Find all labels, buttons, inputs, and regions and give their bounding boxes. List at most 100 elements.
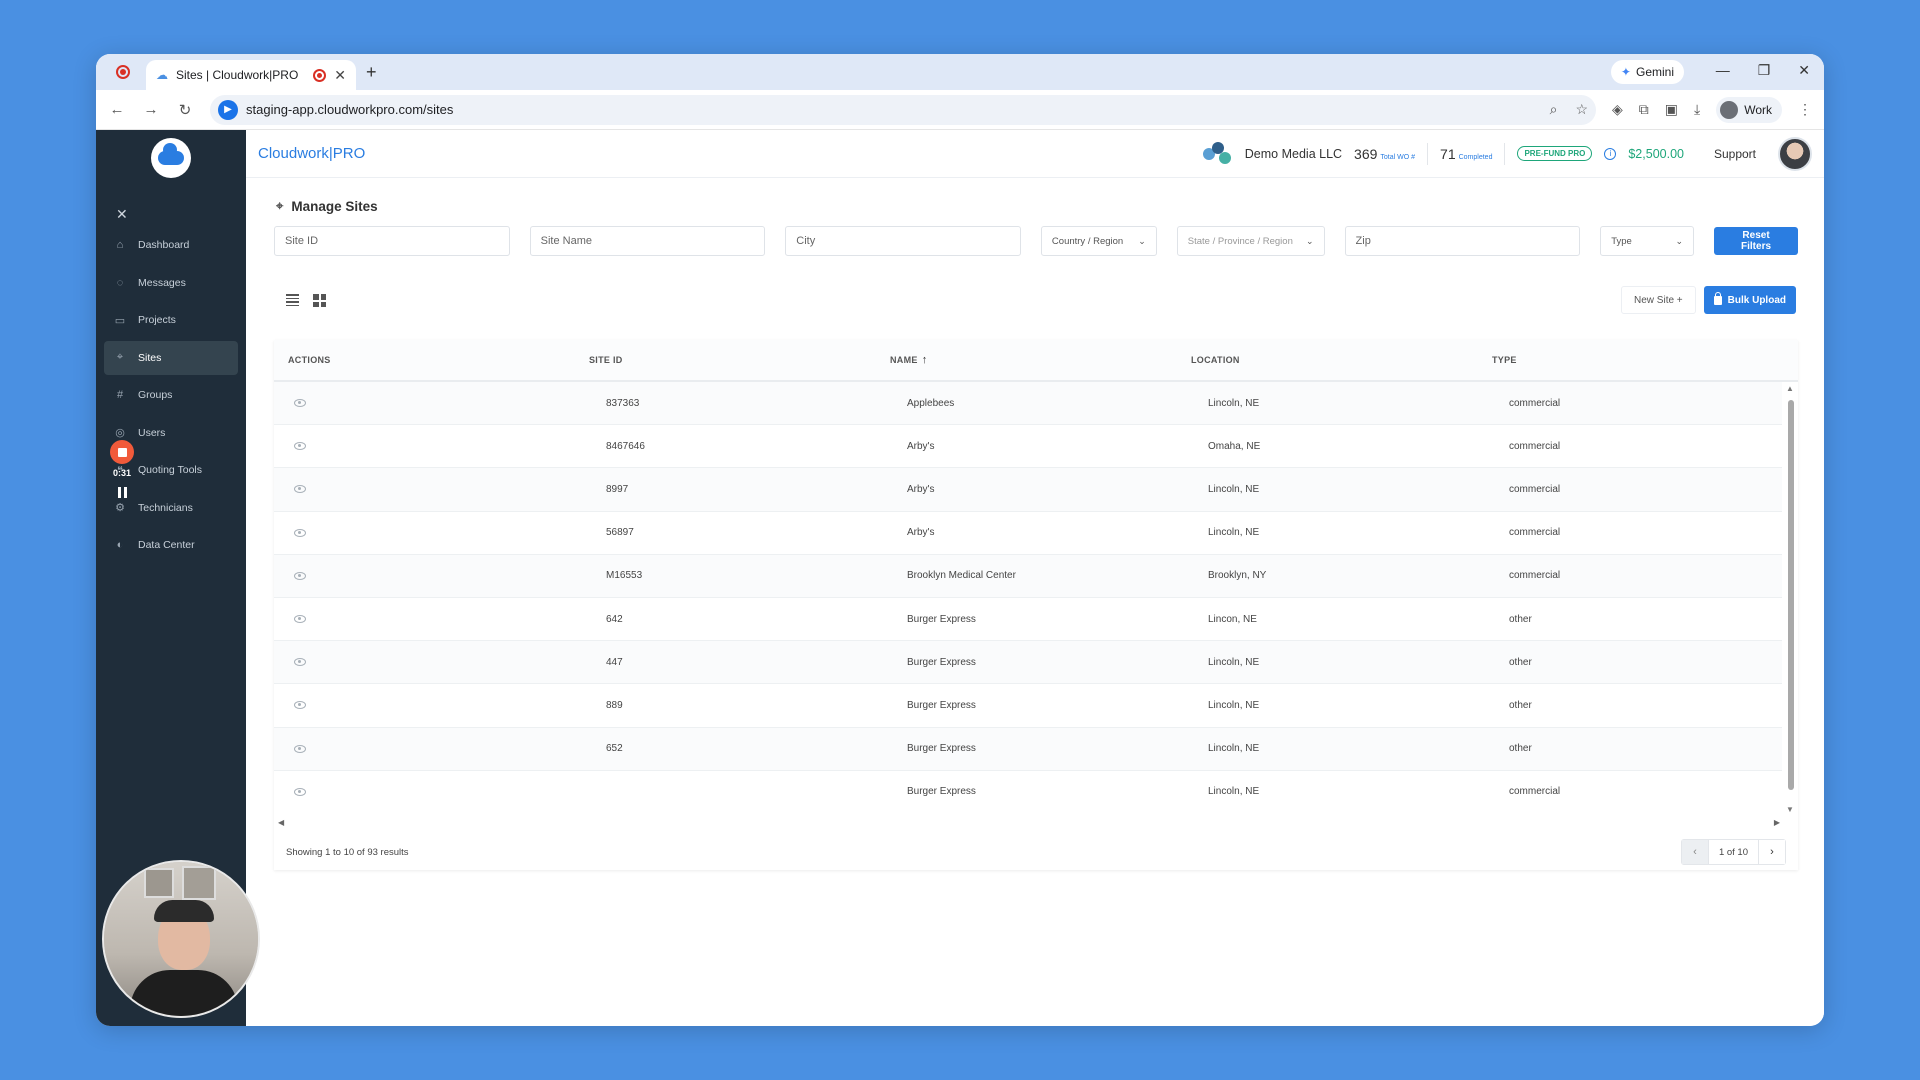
table-row[interactable]: 8997 Arby's Lincoln, NE commercial — [274, 468, 1782, 512]
cell-type: commercial — [1509, 786, 1561, 798]
view-action[interactable] — [288, 701, 312, 710]
minimize-icon[interactable]: — — [1716, 62, 1730, 79]
tab-search-icon[interactable]: ▣ — [1665, 101, 1678, 118]
new-tab-button[interactable]: + — [366, 62, 377, 83]
restore-icon[interactable]: ❐ — [1758, 62, 1771, 79]
table-row[interactable]: 8467646 Arby's Omaha, NE commercial — [274, 425, 1782, 469]
completed-count: 71 — [1440, 145, 1456, 162]
brand-name[interactable]: Cloudwork|PRO — [258, 145, 365, 162]
sidebar-item-dashboard[interactable]: ⌂ Dashboard — [104, 228, 238, 262]
state-select[interactable]: State / Province / Region ⌄ — [1176, 226, 1325, 256]
omnibox[interactable]: ▶ staging-app.cloudworkpro.com/sites ⌕ ☆ — [210, 94, 1596, 125]
table-row[interactable]: 652 Burger Express Lincoln, NE other — [274, 727, 1782, 771]
eye-icon[interactable] — [294, 744, 306, 753]
table-row[interactable]: 642 Burger Express Lincon, NE other — [274, 598, 1782, 642]
list-view-icon[interactable] — [286, 294, 299, 306]
forward-icon[interactable]: → — [142, 101, 160, 118]
bookmark-star-icon[interactable]: ☆ — [1575, 101, 1588, 118]
sidebar-item-groups[interactable]: # Groups — [104, 378, 238, 412]
eye-icon[interactable] — [294, 787, 306, 796]
eye-icon[interactable] — [294, 701, 306, 710]
sort-up-icon[interactable]: ↑ — [922, 354, 928, 366]
url-text[interactable]: staging-app.cloudworkpro.com/sites — [246, 102, 1532, 117]
tab-close-icon[interactable]: ✕ — [334, 67, 346, 84]
table-row[interactable]: Burger Express Lincoln, NE commercial — [274, 771, 1782, 812]
menu-kebab-icon[interactable]: ⋮ — [1798, 101, 1812, 118]
scroll-thumb[interactable] — [1788, 400, 1794, 790]
site-name-input[interactable] — [529, 226, 766, 256]
zoom-icon[interactable]: ⌕ — [1550, 101, 1558, 118]
bulk-upload-button[interactable]: Bulk Upload — [1703, 286, 1796, 314]
profile-chip[interactable]: Work — [1716, 96, 1782, 123]
zip-input[interactable] — [1344, 226, 1581, 256]
scroll-left-icon[interactable]: ◀ — [278, 818, 284, 828]
plan-badge: PRE-FUND PRO — [1517, 146, 1593, 161]
sidebar-item-projects[interactable]: ▭ Projects — [104, 303, 238, 337]
org-name[interactable]: Demo Media LLC — [1245, 147, 1342, 161]
sites-table: ACTIONS SITE ID NAME ↑ LOCATION TYPE 8373… — [274, 340, 1798, 870]
scroll-down-icon[interactable]: ▼ — [1786, 805, 1794, 814]
app-logo[interactable] — [151, 138, 191, 178]
puzzle-extensions-icon[interactable]: ⧉ — [1639, 101, 1649, 118]
support-link[interactable]: Support — [1714, 147, 1756, 161]
scroll-right-icon[interactable]: ▶ — [1774, 818, 1780, 828]
new-site-button[interactable]: New Site + — [1621, 286, 1696, 314]
country-select[interactable]: Country / Region ⌄ — [1040, 226, 1157, 256]
table-row[interactable]: M16553 Brooklyn Medical Center Brooklyn, N… — [274, 554, 1782, 598]
table-row[interactable]: 447 Burger Express Lincoln, NE other — [274, 641, 1782, 685]
view-action[interactable] — [288, 528, 312, 537]
view-action[interactable] — [288, 485, 312, 494]
city-input[interactable] — [785, 226, 1021, 256]
gemini-button[interactable]: ✦ Gemini — [1610, 60, 1684, 84]
view-action[interactable] — [288, 658, 312, 667]
next-page-button[interactable]: › — [1759, 840, 1785, 864]
eye-icon[interactable] — [294, 528, 306, 537]
site-id-input[interactable] — [274, 226, 510, 256]
scroll-up-icon[interactable]: ▲ — [1786, 384, 1794, 393]
table-row[interactable]: 837363 Applebees Lincoln, NE commercial — [274, 382, 1782, 426]
view-action[interactable] — [288, 787, 312, 796]
browser-tab-active[interactable]: ☁ Sites | Cloudwork|PRO ✕ — [146, 60, 356, 90]
col-location[interactable]: LOCATION — [1191, 355, 1492, 365]
col-site-id[interactable]: SITE ID — [589, 355, 890, 365]
webcam-overlay[interactable] — [102, 860, 260, 1018]
view-action[interactable] — [288, 571, 312, 580]
tab-recording-icon[interactable] — [313, 68, 327, 82]
pause-recording-button[interactable] — [110, 482, 134, 502]
back-icon[interactable]: ← — [108, 101, 126, 118]
stop-recording-button[interactable] — [110, 440, 134, 464]
col-name[interactable]: NAME ↑ — [890, 354, 1191, 366]
horizontal-scrollbar[interactable]: ◀ ▶ — [274, 818, 1784, 828]
extension-icon[interactable]: ◈ — [1612, 101, 1623, 118]
eye-icon[interactable] — [294, 571, 306, 580]
close-window-icon[interactable]: ✕ — [1798, 62, 1810, 79]
view-action[interactable] — [288, 442, 312, 451]
table-row[interactable]: 889 Burger Express Lincoln, NE other — [274, 684, 1782, 728]
user-avatar[interactable] — [1778, 136, 1812, 171]
col-type[interactable]: TYPE — [1492, 355, 1798, 365]
filter-bar: Country / Region ⌄ State / Province / Re… — [274, 226, 1798, 256]
site-info-icon[interactable]: ▶ — [218, 99, 238, 120]
reload-icon[interactable]: ↻ — [176, 101, 194, 119]
eye-icon[interactable] — [294, 485, 306, 494]
eye-icon[interactable] — [294, 615, 306, 624]
eye-icon[interactable] — [294, 658, 306, 667]
view-action[interactable] — [288, 615, 312, 624]
info-icon[interactable]: i — [1604, 147, 1617, 160]
eye-icon[interactable] — [294, 442, 306, 451]
view-action[interactable] — [288, 399, 312, 408]
view-action[interactable] — [288, 744, 312, 753]
sidebar-item-messages[interactable]: ◌ Messages — [104, 266, 238, 300]
vertical-scrollbar[interactable]: ▲ ▼ — [1786, 384, 1796, 814]
prev-page-button[interactable]: ‹ — [1681, 840, 1708, 864]
sidebar-item-sites[interactable]: ⌖ Sites — [104, 340, 238, 375]
table-row[interactable]: 56897 Arby's Lincoln, NE commercial — [274, 512, 1782, 555]
recording-indicator-icon[interactable] — [116, 65, 130, 79]
reset-filters-button[interactable]: Reset Filters — [1714, 227, 1798, 255]
eye-icon[interactable] — [294, 399, 306, 408]
sidebar-item-data-center[interactable]: ◐ Data Center — [104, 528, 238, 562]
type-select[interactable]: Type ⌄ — [1600, 226, 1695, 256]
sidebar-close-icon[interactable]: ✕ — [116, 206, 128, 223]
download-icon[interactable]: ⤓ — [1694, 101, 1700, 118]
grid-view-icon[interactable] — [313, 294, 326, 307]
